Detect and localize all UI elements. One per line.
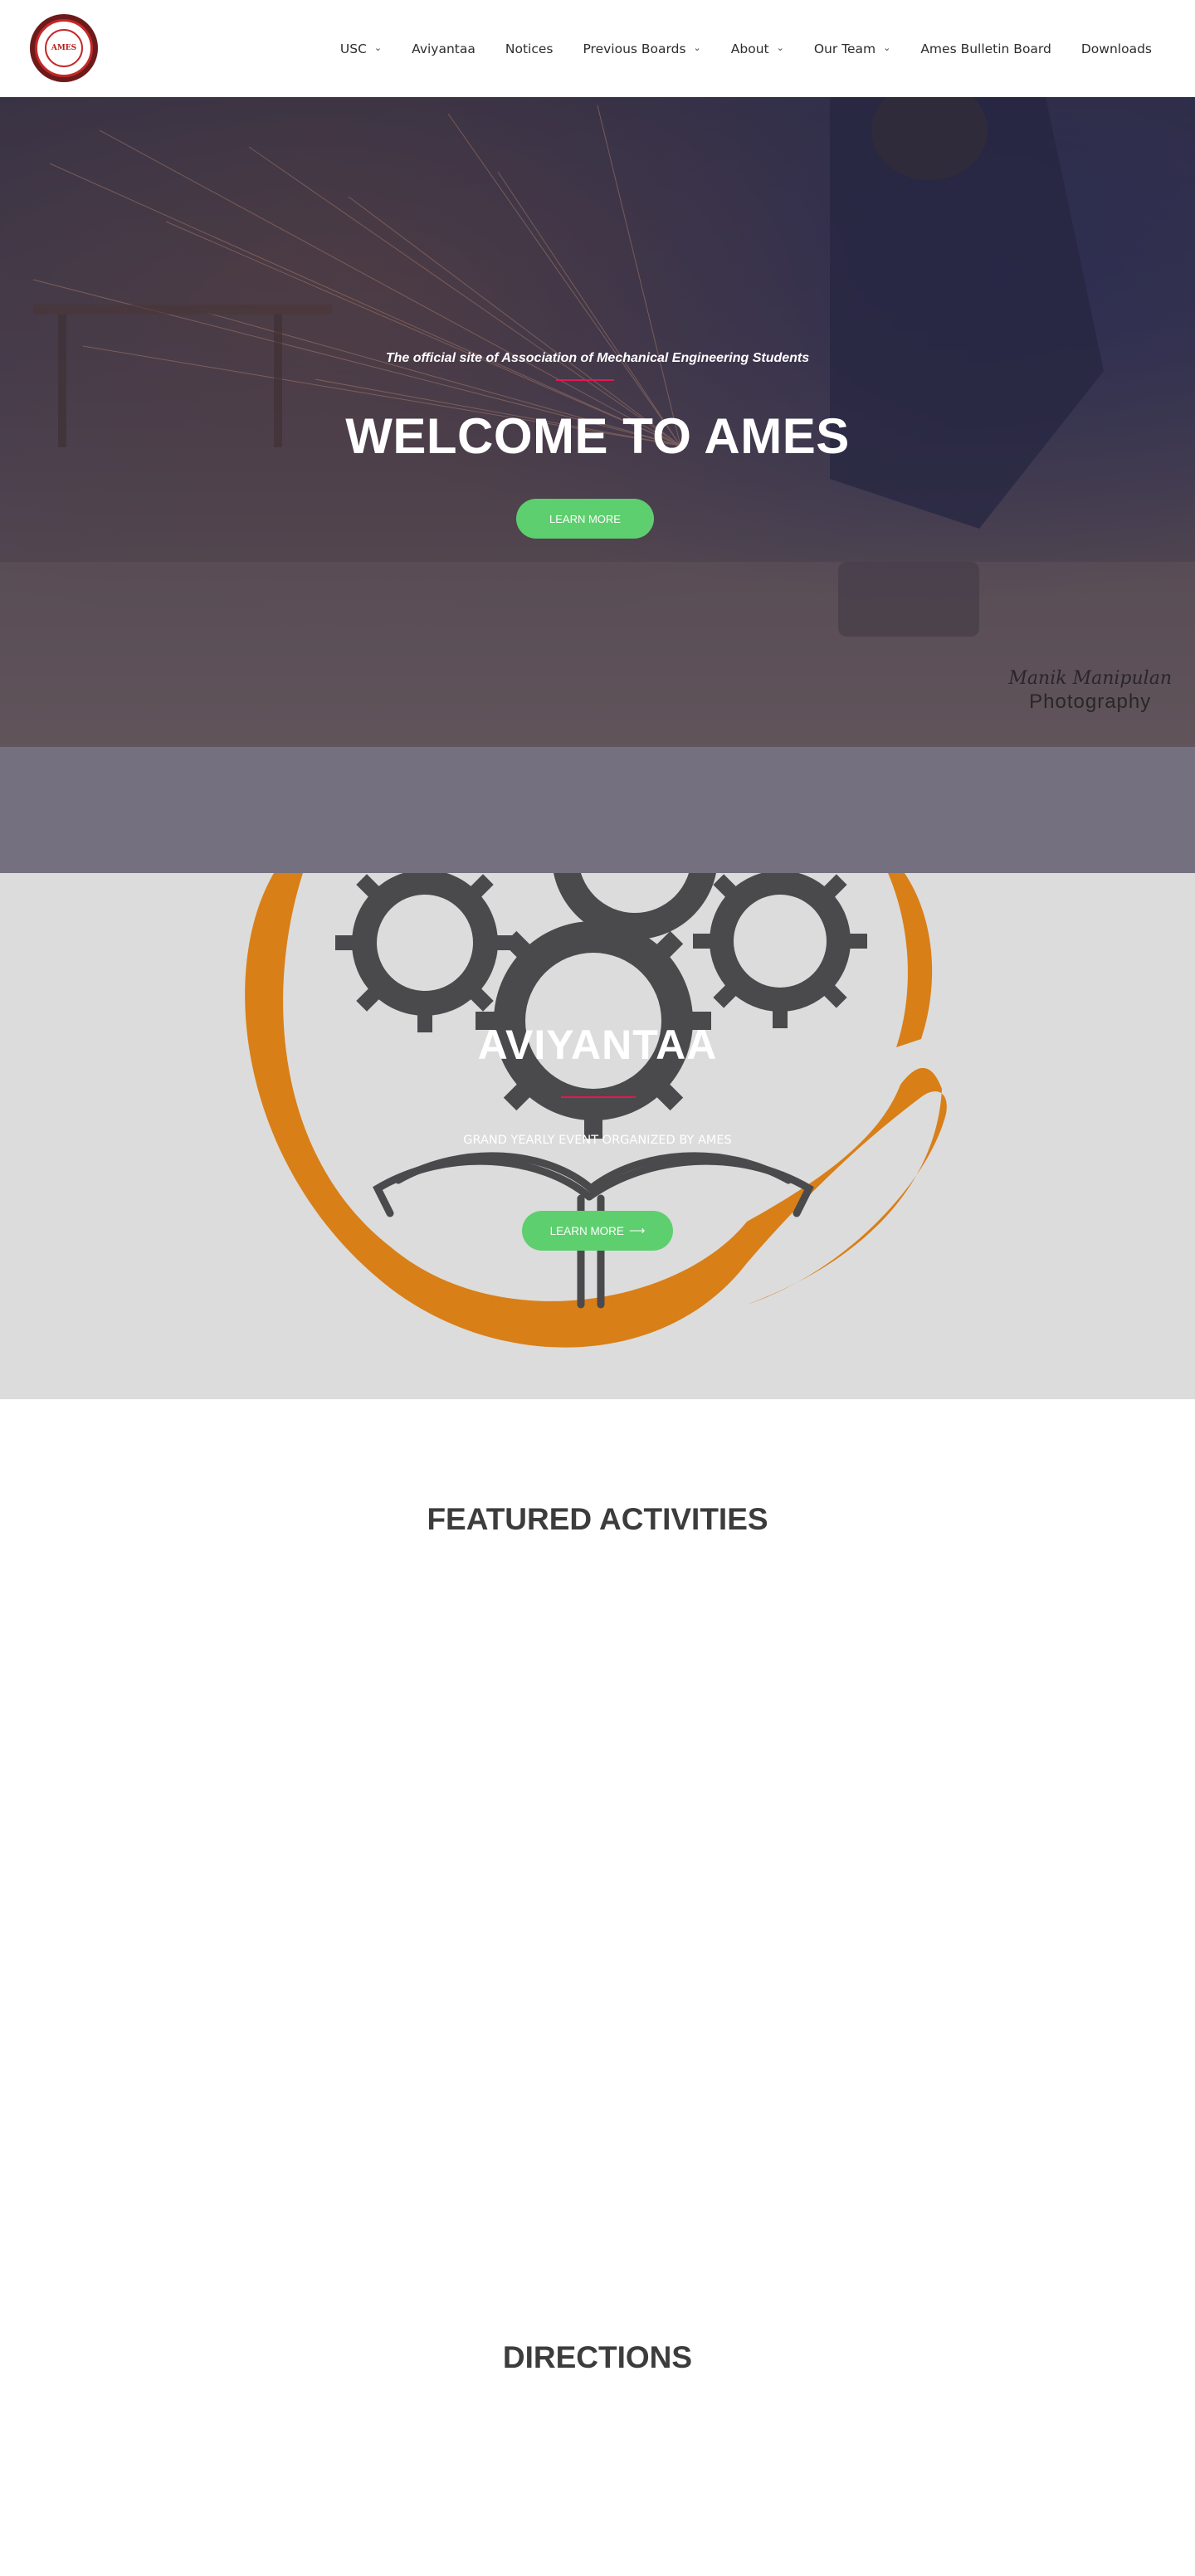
aviyantaa-learn-more-button[interactable]: LEARN MORE ⟶ (522, 1211, 673, 1251)
grey-band (0, 747, 1195, 873)
nav-label: Our Team (813, 41, 876, 56)
chevron-down-icon: ⌄ (373, 42, 383, 53)
chevron-down-icon: ⌄ (693, 42, 701, 53)
hero-eyebrow: The official site of Association of Mech… (385, 351, 810, 365)
nav-item-previous-boards[interactable]: Previous Boards ⌄ (583, 41, 700, 56)
aviyantaa-subtitle: GRAND YEARLY EVENT ORGANIZED BY AMES (463, 1134, 732, 1147)
aviyantaa-section: AVIYANTAA GRAND YEARLY EVENT ORGANIZED B… (0, 873, 1195, 1399)
watermark-label: Photography (1029, 690, 1152, 713)
watermark-signature: Manik Manipulan (1008, 668, 1172, 689)
logo-text: AMES (45, 29, 83, 67)
hero-learn-more-button[interactable]: LEARN MORE (516, 499, 654, 539)
hero-banner: The official site of Association of Mech… (0, 97, 1195, 747)
button-label: LEARN MORE (549, 1224, 624, 1237)
main-nav: USC ⌄ Aviyantaa Notices Previous Boards … (310, 0, 1152, 97)
ames-logo[interactable]: AMES (30, 14, 98, 82)
nav-item-about[interactable]: About ⌄ (731, 41, 784, 56)
nav-item-bulletin-board[interactable]: Ames Bulletin Board (920, 41, 1051, 56)
nav-label: Previous Boards (583, 41, 686, 56)
aviyantaa-divider (561, 1096, 636, 1098)
hero-divider (556, 379, 614, 381)
nav-label: Notices (505, 41, 554, 56)
nav-item-usc[interactable]: USC ⌄ (340, 41, 382, 56)
nav-item-downloads[interactable]: Downloads (1081, 41, 1152, 56)
logo-ring: AMES (35, 19, 93, 77)
nav-item-notices[interactable]: Notices (505, 41, 554, 56)
nav-label: Aviyantaa (412, 41, 476, 56)
photographer-watermark: Manik Manipulan Photography (1008, 668, 1172, 714)
nav-item-aviyantaa[interactable]: Aviyantaa (412, 41, 476, 56)
site-header: AMES USC ⌄ Aviyantaa Notices Previous Bo… (0, 0, 1195, 97)
nav-label: Ames Bulletin Board (920, 41, 1051, 56)
nav-label: USC (339, 41, 367, 56)
nav-item-our-team[interactable]: Our Team ⌄ (814, 41, 891, 56)
hero-title: WELCOME TO AMES (345, 408, 850, 464)
nav-label: Downloads (1080, 41, 1152, 56)
chevron-down-icon: ⌄ (776, 42, 784, 53)
featured-activities-title: FEATURED ACTIVITIES (427, 1502, 768, 1536)
nav-label: About (730, 41, 769, 56)
aviyantaa-title: AVIYANTAA (477, 1022, 718, 1068)
chevron-down-icon: ⌄ (883, 42, 891, 53)
directions-title: DIRECTIONS (502, 2340, 693, 2374)
arrow-right-icon: ⟶ (628, 1224, 646, 1237)
